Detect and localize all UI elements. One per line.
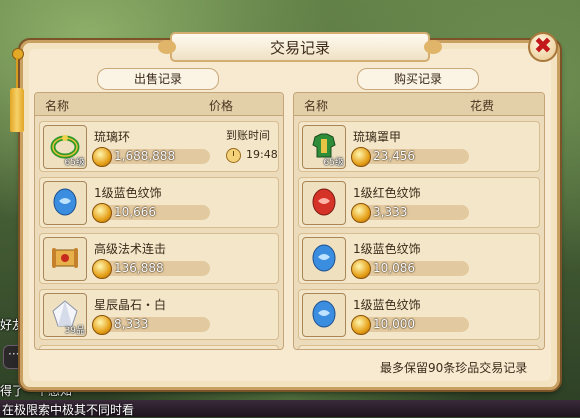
item-slot[interactable] (43, 181, 87, 225)
column-name: 名称 (45, 99, 70, 113)
column-cost: 花费 (469, 99, 494, 113)
list-header: 名称 花费 (294, 93, 544, 116)
coin-icon (92, 203, 112, 223)
item-grade: 39品 (64, 326, 85, 336)
list-item-partial (39, 345, 279, 349)
close-icon: ✖ (533, 34, 553, 59)
price-value: 10,000 (373, 317, 415, 331)
close-button[interactable]: ✖ (528, 32, 558, 62)
item-slot[interactable] (302, 237, 346, 281)
item-name: 琉璃罩甲 (353, 130, 402, 144)
sell-record-list[interactable]: 名称 价格 65级 琉璃环 1,688,888 到账时间 19:48 1级蓝色纹… (34, 92, 284, 350)
item-slot[interactable] (43, 237, 87, 281)
item-level: 65级 (64, 158, 85, 168)
blue-gem-icon (53, 188, 77, 216)
price-value: 136,888 (114, 261, 164, 275)
list-item[interactable]: 1级蓝色纹饰 10,666 (39, 177, 279, 228)
price-bar: 10,000 (351, 315, 469, 335)
price-value: 23,456 (373, 149, 415, 163)
scroll-icon (52, 248, 78, 268)
price-bar: 23,456 (351, 147, 469, 167)
item-name: 星辰晶石・白 (94, 298, 167, 312)
red-gem-icon (312, 188, 336, 216)
window-title: 交易记录 (158, 32, 442, 62)
blue-gem-icon (312, 244, 336, 272)
item-name: 1级蓝色纹饰 (94, 186, 162, 200)
list-item[interactable]: 65级 琉璃罩甲 23,456 (298, 121, 540, 172)
coin-icon (92, 259, 112, 279)
list-item[interactable]: 1级蓝色纹饰 10,000 (298, 289, 540, 340)
item-name: 1级蓝色纹饰 (353, 242, 421, 256)
chat-line: 在极限索中极其不同时看 (2, 403, 135, 417)
list-item[interactable]: 1级蓝色纹饰 10,086 (298, 233, 540, 284)
price-bar: 8,333 (92, 315, 210, 335)
item-slot[interactable]: 65级 (43, 125, 87, 169)
price-value: 10,086 (373, 261, 415, 275)
item-name: 1级蓝色纹饰 (353, 298, 421, 312)
list-item-partial (298, 345, 540, 349)
tassel-decoration (10, 48, 24, 132)
price-value: 10,666 (114, 205, 156, 219)
blue-gem-icon (312, 300, 336, 328)
footer-note: 最多保留90条珍品交易记录 (380, 361, 528, 375)
arrival-time-value: 19:48 (246, 148, 278, 161)
item-name: 琉璃环 (94, 130, 131, 144)
buy-record-list[interactable]: 名称 花费 65级 琉璃罩甲 23,456 1级红色纹饰 3,333 1级蓝色纹… (293, 92, 545, 350)
price-bar: 10,086 (351, 259, 469, 279)
coin-icon (351, 315, 371, 335)
price-bar: 136,888 (92, 259, 210, 279)
tab-sell-records[interactable]: 出售记录 (97, 68, 219, 90)
coin-icon (351, 147, 371, 167)
price-value: 3,333 (373, 205, 408, 219)
price-bar: 10,666 (92, 203, 210, 223)
price-value: 1,688,888 (114, 149, 176, 163)
chat-bar: 在极限索中极其不同时看 (0, 400, 580, 417)
tab-buy-records[interactable]: 购买记录 (357, 68, 479, 90)
coin-icon (351, 203, 371, 223)
item-slot[interactable]: 39品 (43, 293, 87, 337)
price-bar: 3,333 (351, 203, 469, 223)
item-name: 高级法术连击 (94, 242, 167, 256)
list-item[interactable]: 65级 琉璃环 1,688,888 到账时间 19:48 (39, 121, 279, 172)
coin-icon (92, 147, 112, 167)
list-item[interactable]: 1级红色纹饰 3,333 (298, 177, 540, 228)
price-bar: 1,688,888 (92, 147, 210, 167)
list-item[interactable]: 39品 星辰晶石・白 8,333 (39, 289, 279, 340)
item-slot[interactable] (302, 293, 346, 337)
item-slot[interactable] (302, 181, 346, 225)
clock-icon (226, 148, 241, 163)
item-name: 1级红色纹饰 (353, 186, 421, 200)
item-slot[interactable]: 65级 (302, 125, 346, 169)
price-value: 8,333 (114, 317, 149, 331)
item-level: 65级 (323, 158, 344, 168)
column-price: 价格 (208, 99, 233, 113)
coin-icon (351, 259, 371, 279)
coin-icon (92, 315, 112, 335)
arrival-time-label: 到账时间 (226, 129, 270, 142)
list-header: 名称 价格 (35, 93, 283, 116)
list-item[interactable]: 高级法术连击 136,888 (39, 233, 279, 284)
column-name: 名称 (304, 99, 329, 113)
